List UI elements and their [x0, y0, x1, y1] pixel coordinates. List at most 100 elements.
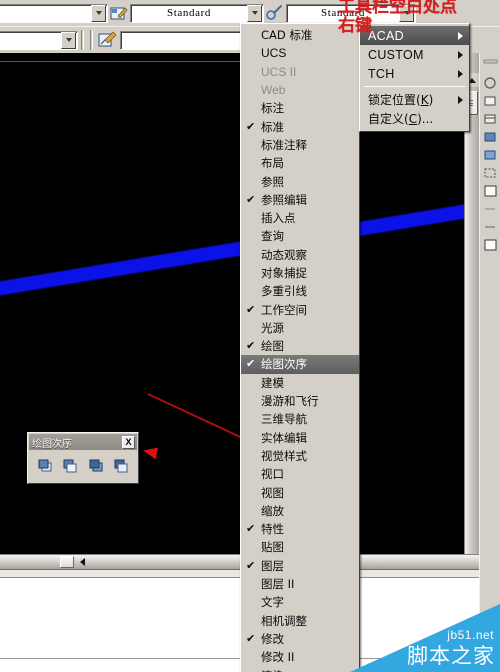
context-menu-item-label: 修改: [261, 631, 284, 646]
draw-order-toolbar[interactable]: 绘图次序 X: [27, 432, 139, 484]
context-menu-item[interactable]: ✔ 修改: [241, 630, 359, 648]
text-style-combo[interactable]: Standard: [286, 3, 416, 23]
context-menu-item[interactable]: 多重引线: [241, 282, 359, 300]
submenu-item[interactable]: TCH: [360, 64, 469, 83]
markup-set-icon[interactable]: [483, 221, 498, 234]
context-menu-item[interactable]: 相机调整: [241, 612, 359, 630]
context-menu-item[interactable]: 视口: [241, 465, 359, 483]
right-side-toolbar[interactable]: [479, 53, 500, 672]
submenu-item[interactable]: 自定义(C)...: [360, 109, 469, 128]
bring-above-object-button[interactable]: [86, 456, 106, 476]
context-menu-item[interactable]: 标注: [241, 99, 359, 117]
chevron-down-icon[interactable]: [247, 4, 262, 22]
dashed-panel-icon[interactable]: [483, 167, 498, 180]
context-menu-item[interactable]: 插入点: [241, 209, 359, 227]
style-combo-left[interactable]: [0, 3, 108, 23]
send-under-object-button[interactable]: [111, 456, 131, 476]
context-menu-item-label: UCS: [261, 46, 287, 61]
check-icon: ✔: [246, 302, 256, 316]
toolbar-context-menu[interactable]: CAD 标准 UCS UCS II Web 标注 ✔ 标准标准注释布局 参照 ✔ 参照编辑插入点查…: [240, 23, 360, 672]
send-to-back-button[interactable]: [60, 456, 80, 476]
context-menu-item[interactable]: CAD 标准: [241, 26, 359, 44]
context-menu-item[interactable]: 实体编辑: [241, 429, 359, 447]
dimension-style-icon[interactable]: [108, 2, 130, 24]
context-menu-item-label: 参照编辑: [261, 192, 307, 207]
tool-palettes-icon[interactable]: [483, 113, 498, 126]
context-menu-item[interactable]: Web: [241, 81, 359, 99]
context-menu-item[interactable]: 建模: [241, 374, 359, 392]
context-menu-item[interactable]: ✔ 特性: [241, 520, 359, 538]
dimension-style-combo-value: Standard: [167, 7, 211, 19]
context-menu-item-label: 渲染: [261, 668, 284, 672]
context-menu-item[interactable]: 图层 II: [241, 575, 359, 593]
context-menu-item[interactable]: ✔ 标准: [241, 117, 359, 135]
bring-to-front-button[interactable]: [35, 456, 55, 476]
chevron-down-icon[interactable]: [399, 4, 414, 22]
context-menu-item[interactable]: 标准注释: [241, 136, 359, 154]
context-menu-item[interactable]: UCS: [241, 44, 359, 62]
context-menu-item-label: 标注: [261, 101, 284, 116]
text-style-icon[interactable]: [264, 2, 286, 24]
submenu-item[interactable]: CUSTOM: [360, 45, 469, 64]
context-menu-item-label: 特性: [261, 522, 284, 537]
context-menu-item-label: 视口: [261, 467, 284, 482]
context-menu-item[interactable]: UCS II: [241, 63, 359, 81]
context-menu-item[interactable]: 漫游和飞行: [241, 392, 359, 410]
context-menu-item-label: 建模: [261, 375, 284, 390]
context-menu-item[interactable]: 查询: [241, 227, 359, 245]
context-menu-item[interactable]: 光源: [241, 319, 359, 337]
context-menu-item-label: 相机调整: [261, 613, 307, 628]
grip-handle-icon[interactable]: [483, 59, 498, 72]
context-menu-item-label: 修改 II: [261, 650, 295, 665]
toolbar-group-submenu[interactable]: ACAD CUSTOM TCH 锁定位置(K) 自定义(C)...: [359, 23, 470, 132]
submenu-item[interactable]: ACAD: [360, 26, 469, 45]
multileader-style-icon[interactable]: [96, 29, 118, 51]
submenu-separator: [364, 86, 465, 87]
dimension-style-combo[interactable]: Standard: [130, 3, 264, 23]
sheet-set-icon[interactable]: [483, 131, 498, 144]
chevron-right-icon: [458, 69, 463, 78]
context-menu-item-label: 贴图: [261, 540, 284, 555]
draw-order-titlebar[interactable]: 绘图次序 X: [29, 434, 137, 450]
context-menu-item[interactable]: ✔ 绘图次序: [241, 355, 359, 374]
context-menu-item-label: 工作空间: [261, 302, 307, 317]
submenu-item-label: 自定义(C)...: [368, 112, 434, 126]
submenu-item-label: CUSTOM: [368, 47, 424, 62]
context-menu-item-label: 多重引线: [261, 284, 307, 299]
external-references-icon[interactable]: [483, 149, 498, 162]
quickcalc-icon[interactable]: [483, 239, 498, 252]
context-menu-item[interactable]: 缩放: [241, 502, 359, 520]
context-menu-item[interactable]: 文字: [241, 593, 359, 611]
chevron-down-icon[interactable]: [61, 31, 76, 49]
context-menu-item[interactable]: ✔ 图层: [241, 557, 359, 575]
separator-icon: [484, 208, 495, 210]
context-menu-item[interactable]: 三维导航: [241, 410, 359, 428]
context-menu-item[interactable]: ✔ 绘图: [241, 337, 359, 355]
submenu-item[interactable]: 锁定位置(K): [360, 90, 469, 109]
horizontal-scroll-thumb[interactable]: [60, 556, 74, 568]
context-menu-item[interactable]: 渲染: [241, 666, 359, 672]
context-menu-item[interactable]: ✔ 参照编辑: [241, 191, 359, 209]
context-menu-item[interactable]: 视觉样式: [241, 447, 359, 465]
layer-combo[interactable]: [0, 30, 78, 50]
submenu-item-label: TCH: [368, 66, 395, 81]
context-menu-item[interactable]: 参照: [241, 172, 359, 190]
context-menu-item[interactable]: 视图: [241, 483, 359, 501]
context-menu-item[interactable]: 布局: [241, 154, 359, 172]
context-menu-item[interactable]: 贴图: [241, 538, 359, 556]
palette-icon[interactable]: [483, 77, 498, 90]
context-menu-item[interactable]: 动态观察: [241, 246, 359, 264]
scroll-left-button[interactable]: [75, 556, 89, 568]
close-icon[interactable]: X: [122, 435, 135, 449]
layer-properties-icon[interactable]: [483, 95, 498, 108]
draw-order-button-group: [28, 451, 138, 481]
context-menu-item[interactable]: ✔ 工作空间: [241, 300, 359, 318]
context-menu-item-label: 标准注释: [261, 137, 307, 152]
chevron-right-icon: [458, 50, 463, 59]
dbconnect-icon[interactable]: [483, 185, 498, 198]
context-menu-item[interactable]: 对象捕捉: [241, 264, 359, 282]
check-icon: ✔: [246, 192, 256, 206]
check-icon: ✔: [246, 119, 256, 133]
chevron-down-icon[interactable]: [91, 4, 106, 22]
context-menu-item[interactable]: 修改 II: [241, 648, 359, 666]
